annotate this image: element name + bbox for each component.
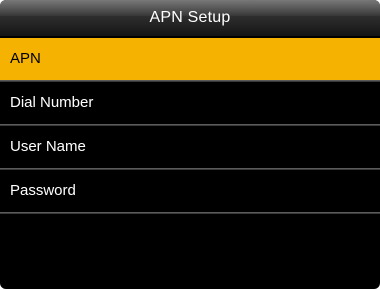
menu-item-label: APN (10, 50, 41, 67)
apn-settings-menu: APN Dial Number User Name Password (0, 38, 380, 214)
page-title: APN Setup (149, 9, 231, 26)
menu-item-dial-number[interactable]: Dial Number (0, 82, 380, 124)
divider (0, 212, 380, 214)
menu-item-password[interactable]: Password (0, 170, 380, 212)
menu-item-label: Dial Number (10, 94, 94, 111)
menu-item-user-name[interactable]: User Name (0, 126, 380, 168)
menu-item-label: User Name (10, 138, 86, 155)
device-screen: APN Setup APN Dial Number User Name Pass… (0, 0, 380, 289)
menu-item-apn[interactable]: APN (0, 38, 380, 80)
title-bar: APN Setup (0, 0, 380, 36)
menu-item-label: Password (10, 182, 76, 199)
